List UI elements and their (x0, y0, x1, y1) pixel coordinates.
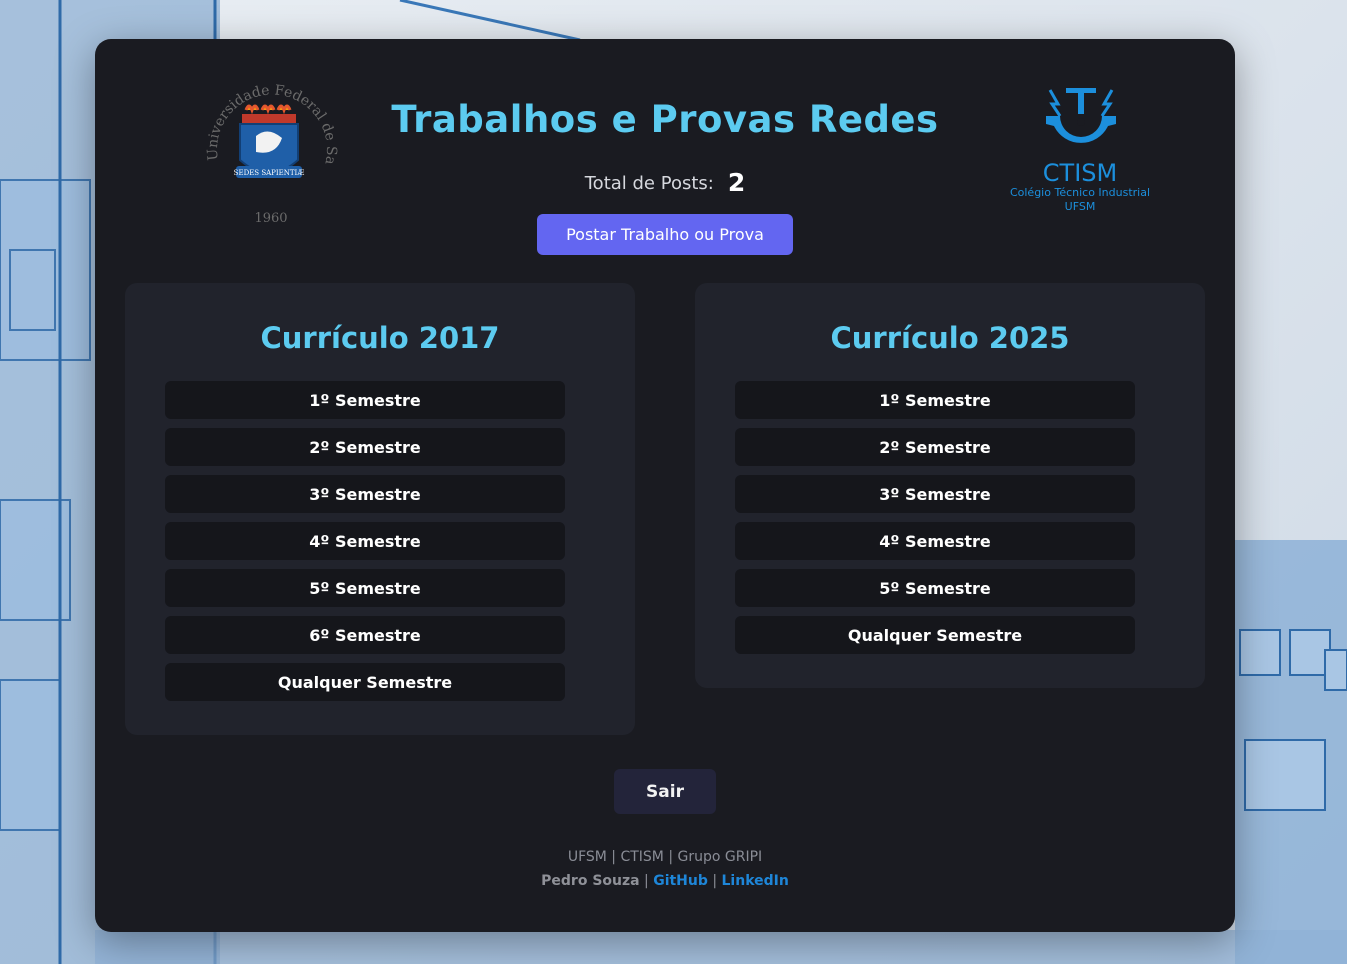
curriculum-2025-title: Currículo 2025 (830, 321, 1070, 355)
page-title: Trabalhos e Provas Redes (391, 98, 939, 141)
posts-counter: Total de Posts: 2 (95, 166, 1235, 197)
semester-button[interactable]: 4º Semestre (735, 522, 1135, 560)
posts-count: 2 (727, 168, 746, 197)
linkedin-link[interactable]: LinkedIn (722, 873, 789, 889)
curriculum-2025-panel: Currículo 2025 1º Semestre 2º Semestre 3… (695, 283, 1205, 688)
footer-author: Pedro Souza (541, 873, 640, 889)
semester-button[interactable]: 2º Semestre (165, 428, 565, 466)
semester-button[interactable]: 5º Semestre (735, 569, 1135, 607)
any-semester-button[interactable]: Qualquer Semestre (165, 663, 565, 701)
footer-separator: | (639, 873, 654, 889)
footer-separator: | (707, 873, 722, 889)
semester-button[interactable]: 6º Semestre (165, 616, 565, 654)
posts-label: Total de Posts: (584, 173, 714, 194)
semester-button[interactable]: 1º Semestre (165, 381, 565, 419)
any-semester-button[interactable]: Qualquer Semestre (735, 616, 1135, 654)
semester-button[interactable]: 4º Semestre (165, 522, 565, 560)
ufsm-year: 1960 (254, 211, 287, 226)
main-card: Universidade Federal de Santa Maria SEDE… (95, 39, 1235, 932)
semester-button[interactable]: 3º Semestre (165, 475, 565, 513)
post-work-button[interactable]: Postar Trabalho ou Prova (537, 214, 793, 255)
curriculum-2017-panel: Currículo 2017 1º Semestre 2º Semestre 3… (125, 283, 635, 735)
semester-button[interactable]: 1º Semestre (735, 381, 1135, 419)
logout-button[interactable]: Sair (614, 769, 716, 814)
footer-credits: Pedro Souza | GitHub | LinkedIn (95, 873, 1235, 889)
ctism-university: UFSM (1065, 200, 1096, 213)
ufsm-logo: Universidade Federal de Santa Maria SEDE… (196, 70, 339, 226)
github-link[interactable]: GitHub (653, 873, 708, 889)
semester-button[interactable]: 3º Semestre (735, 475, 1135, 513)
curriculum-2017-title: Currículo 2017 (260, 321, 500, 355)
semester-button[interactable]: 5º Semestre (165, 569, 565, 607)
footer-org-line: UFSM | CTISM | Grupo GRIPI (567, 849, 763, 865)
semester-button[interactable]: 2º Semestre (735, 428, 1135, 466)
